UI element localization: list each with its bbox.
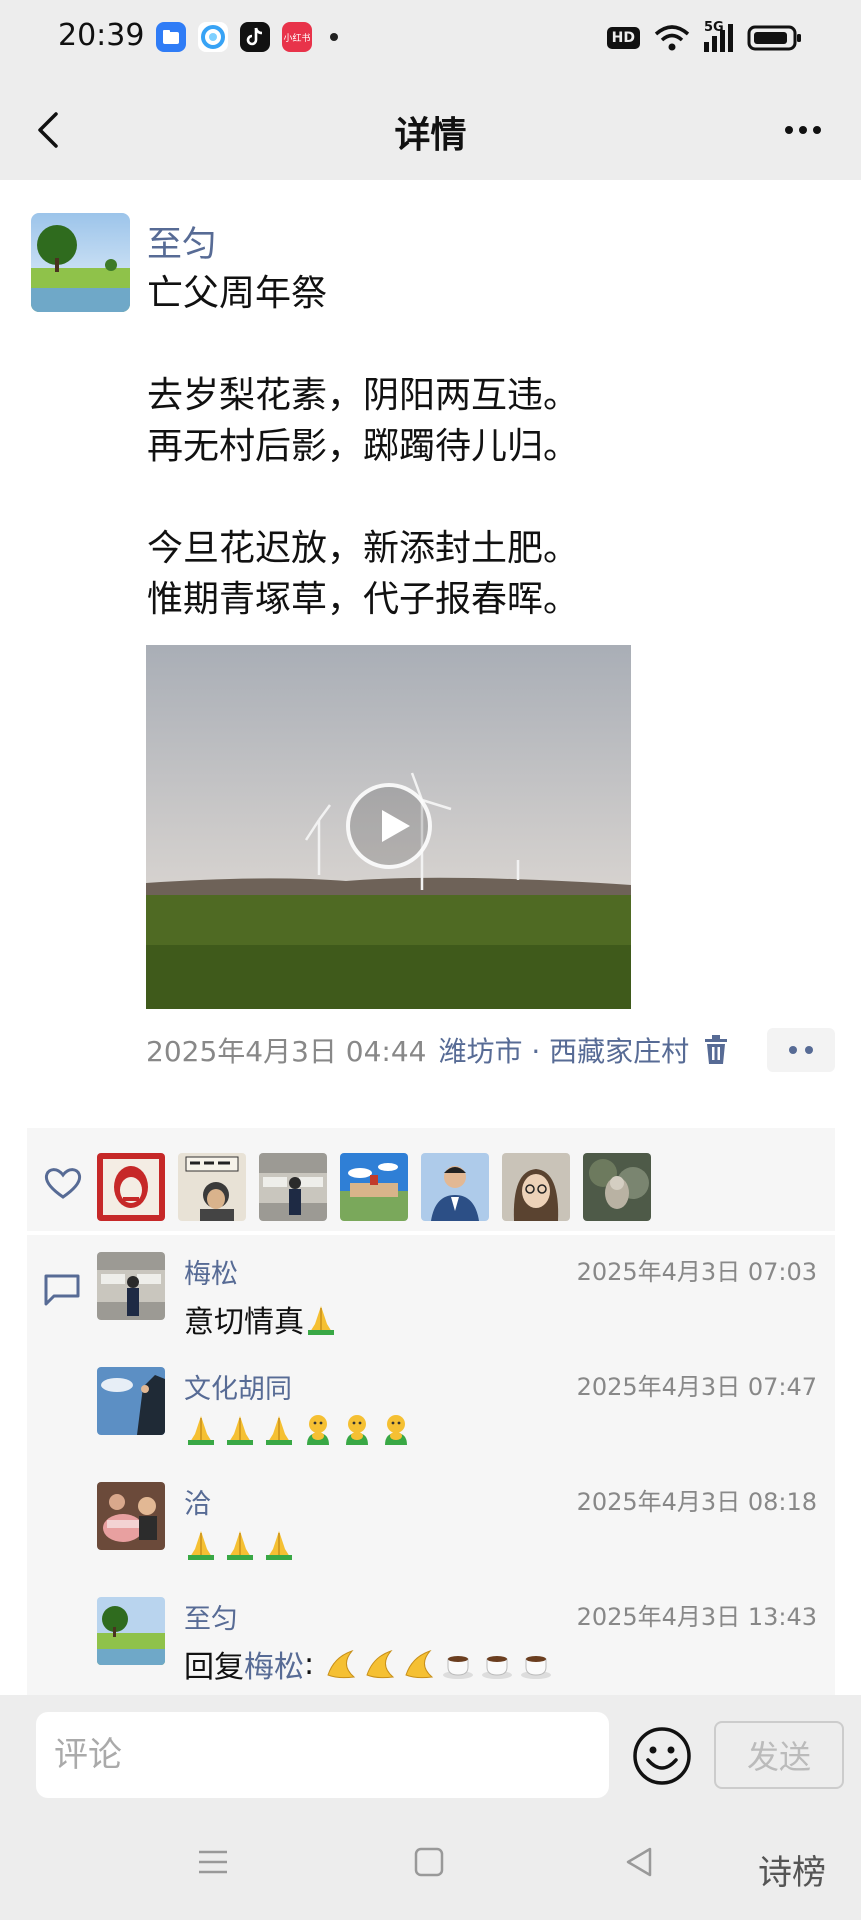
fist-emoji-icon [307,1415,329,1445]
video-thumbnail[interactable] [146,645,631,1009]
commenter-avatar[interactable] [97,1482,165,1550]
hd-badge: HD [606,27,640,49]
home-icon[interactable] [412,1845,446,1879]
recent-apps-icon[interactable] [196,1845,230,1879]
delete-icon[interactable] [703,1035,729,1065]
commenter-avatar[interactable] [97,1252,165,1320]
pray-emoji-icon [266,1531,292,1560]
pray-emoji-icon [266,1416,292,1445]
coffee-emoji-icon [442,1656,473,1679]
network-type-label: 5G [704,20,724,35]
fist-emoji-icon [346,1415,368,1445]
like-avatar[interactable] [583,1153,651,1221]
comment-time: 2025年4月3日 13:43 [576,1603,817,1631]
status-indicators: HD 5G [606,20,803,52]
status-time: 20:39 [58,18,145,53]
post-text: 亡父周年祭 去岁梨花素，阴阳两互违。 再无村后影，踯躅待儿归。 今旦花迟放，新添… [147,268,579,625]
post-date: 2025年4月3日 04:44 [146,1035,427,1068]
commenter-name[interactable]: 至匀 [184,1597,238,1636]
comment-text: 回复 梅松: [184,1642,558,1686]
tiktok-app-icon [240,22,270,52]
like-avatar[interactable] [340,1153,408,1221]
play-icon[interactable] [346,783,432,869]
like-avatar[interactable] [97,1153,165,1221]
comment-time: 2025年4月3日 07:03 [576,1258,817,1286]
heart-icon [44,1168,82,1199]
comment-item[interactable]: 梅松 2025年4月3日 07:03 意切情真 [97,1235,817,1345]
commenter-name[interactable]: 文化胡同 [184,1367,292,1406]
commenter-name[interactable]: 梅松 [184,1252,238,1291]
like-avatar-list [97,1153,651,1221]
more-options-button[interactable] [781,110,825,150]
watermark-text: 诗榜 [758,1853,826,1893]
comment-item[interactable]: 洽 2025年4月3日 08:18 [97,1465,817,1575]
post-line: 再无村后影，踯躅待儿归。 [147,426,580,467]
banana-emoji-icon [405,1649,433,1679]
like-comment-menu-button[interactable] [767,1028,835,1072]
coffee-emoji-icon [520,1656,551,1679]
status-app-icons: 小红书 [156,22,338,52]
reply-to-name[interactable]: 梅松 [244,1642,304,1686]
author-name[interactable]: 至匀 [147,216,217,267]
emoji-button-icon[interactable] [632,1726,692,1786]
page-title: 详情 [394,115,467,156]
comment-item[interactable]: 至匀 2025年4月3日 13:43 回复 梅松: [97,1580,817,1690]
like-avatar[interactable] [259,1153,327,1221]
commenter-avatar[interactable] [97,1597,165,1665]
comment-time: 2025年4月3日 08:18 [576,1488,817,1516]
comment-body: 意切情真 [184,1305,304,1340]
commenter-avatar[interactable] [97,1367,165,1435]
system-nav-bar: 诗榜 [0,1815,861,1920]
moment-detail: 至匀 亡父周年祭 去岁梨花素，阴阳两互违。 再无村后影，踯躅待儿归。 今旦花迟放… [0,180,861,1695]
comment-item[interactable]: 文化胡同 2025年4月3日 07:47 [97,1350,817,1460]
pray-emoji-icon [188,1416,214,1445]
banana-emoji-icon [327,1649,355,1679]
system-back-icon[interactable] [622,1845,656,1879]
files-app-icon [156,22,186,52]
commenter-name[interactable]: 洽 [184,1482,211,1521]
post-line: 去岁梨花素，阴阳两互违。 [147,375,580,416]
like-avatar[interactable] [421,1153,489,1221]
like-avatar[interactable] [178,1153,246,1221]
fist-emoji-icon [385,1415,407,1445]
wifi-icon [654,25,690,51]
pray-emoji-icon [308,1306,334,1335]
likes-section [27,1128,835,1231]
nav-bar: 详情 [0,80,861,180]
comment-time: 2025年4月3日 07:47 [576,1373,817,1401]
coffee-emoji-icon [481,1656,512,1679]
post-line: 今旦花迟放，新添封土肥。 [147,528,580,569]
pray-emoji-icon [227,1416,253,1445]
reply-colon: : [304,1646,324,1682]
banana-emoji-icon [366,1649,394,1679]
comment-text: 意切情真 [184,1297,343,1341]
status-bar: 20:39 小红书 HD 5G [0,0,861,80]
battery-icon [747,25,801,51]
comment-text [184,1527,301,1561]
like-avatar[interactable] [502,1153,570,1221]
post-meta: 2025年4月3日 04:44 潍坊市 · 西藏家庄村 [146,1030,729,1070]
comment-input-bar: 发送 [0,1695,861,1815]
more-notifications-dot [330,33,338,41]
reply-prefix: 回复 [184,1650,244,1685]
post-location[interactable]: 潍坊市 · 西藏家庄村 [438,1030,689,1070]
post-line: 惟期青塚草，代子报春晖。 [147,579,580,620]
comment-text [184,1412,418,1446]
comment-input[interactable] [36,1712,609,1798]
signal-icon: 5G [704,20,733,52]
send-button[interactable]: 发送 [714,1721,844,1789]
pray-emoji-icon [227,1531,253,1560]
author-avatar[interactable] [31,213,130,312]
comment-icon [44,1274,80,1306]
post-line: 亡父周年祭 [147,273,328,314]
comments-section: 梅松 2025年4月3日 07:03 意切情真 文化胡同 2025年4月3日 0… [27,1235,835,1695]
xiaohongshu-app-icon: 小红书 [282,22,312,52]
browser-app-icon [198,22,228,52]
pray-emoji-icon [188,1531,214,1560]
